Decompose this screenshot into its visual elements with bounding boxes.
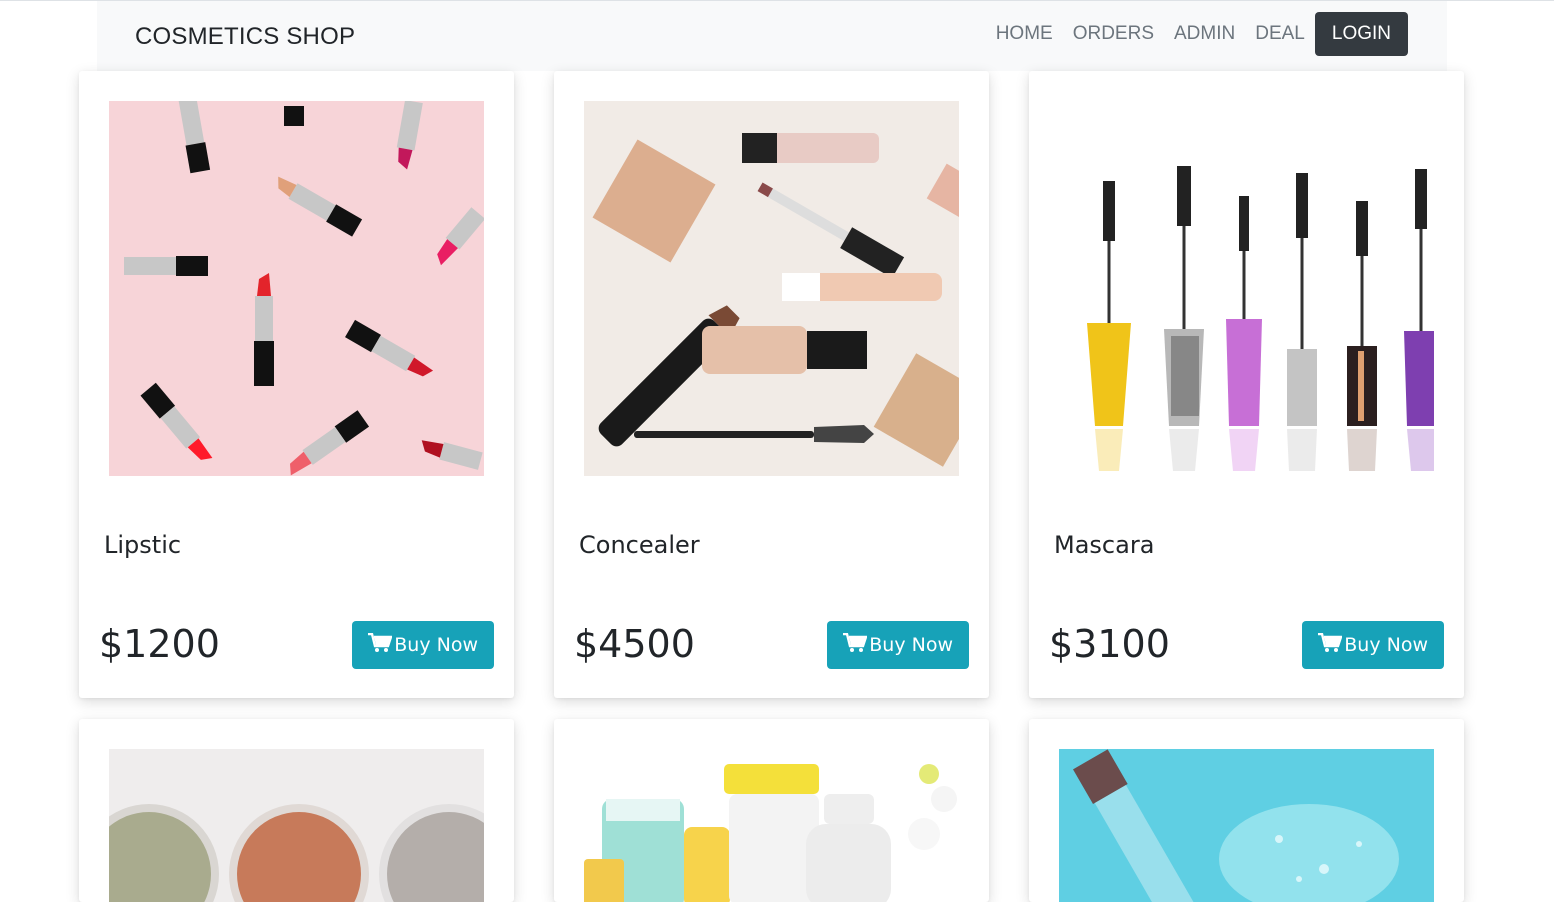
product-price: $3100 xyxy=(1049,622,1170,666)
product-card-powder xyxy=(79,719,514,902)
nav-link-admin[interactable]: ADMIN xyxy=(1174,23,1235,45)
buy-now-button[interactable]: Buy Now xyxy=(827,621,969,669)
lipsticks-image xyxy=(109,101,484,476)
brand-logo[interactable]: COSMETICS SHOP xyxy=(135,23,355,51)
cart-icon xyxy=(1318,632,1343,658)
navbar: COSMETICS SHOP HOME ORDERS ADMIN DEAL LO… xyxy=(97,1,1447,71)
buy-now-label: Buy Now xyxy=(869,634,953,656)
serum-dropper-image xyxy=(1059,749,1434,902)
product-name: Concealer xyxy=(579,531,700,559)
mascara-image xyxy=(1059,101,1434,476)
cart-icon xyxy=(368,632,393,658)
product-card-skincare xyxy=(554,719,989,902)
product-price: $4500 xyxy=(574,622,695,666)
product-name: Lipstic xyxy=(104,531,182,559)
nav-link-home[interactable]: HOME xyxy=(996,23,1053,45)
nav-link-deal[interactable]: DEAL xyxy=(1255,23,1305,45)
product-card-concealer: Concealer $4500 Buy Now xyxy=(554,71,989,698)
skincare-bottles-image xyxy=(584,749,959,902)
concealer-image xyxy=(584,101,959,476)
buy-now-button[interactable]: Buy Now xyxy=(1302,621,1444,669)
product-price: $1200 xyxy=(99,622,220,666)
buy-now-label: Buy Now xyxy=(394,634,478,656)
cart-icon xyxy=(843,632,868,658)
nav-link-orders[interactable]: ORDERS xyxy=(1073,23,1154,45)
buy-now-label: Buy Now xyxy=(1344,634,1428,656)
product-card-serum xyxy=(1029,719,1464,902)
powder-image xyxy=(109,749,484,902)
product-card-mascara: Mascara $3100 Buy Now xyxy=(1029,71,1464,698)
product-card-lipstic: Lipstic $1200 Buy Now xyxy=(79,71,514,698)
login-button[interactable]: LOGIN xyxy=(1314,12,1408,56)
buy-now-button[interactable]: Buy Now xyxy=(352,621,494,669)
nav-links: HOME ORDERS ADMIN DEAL LOGIN xyxy=(976,12,1408,56)
product-name: Mascara xyxy=(1054,531,1155,559)
